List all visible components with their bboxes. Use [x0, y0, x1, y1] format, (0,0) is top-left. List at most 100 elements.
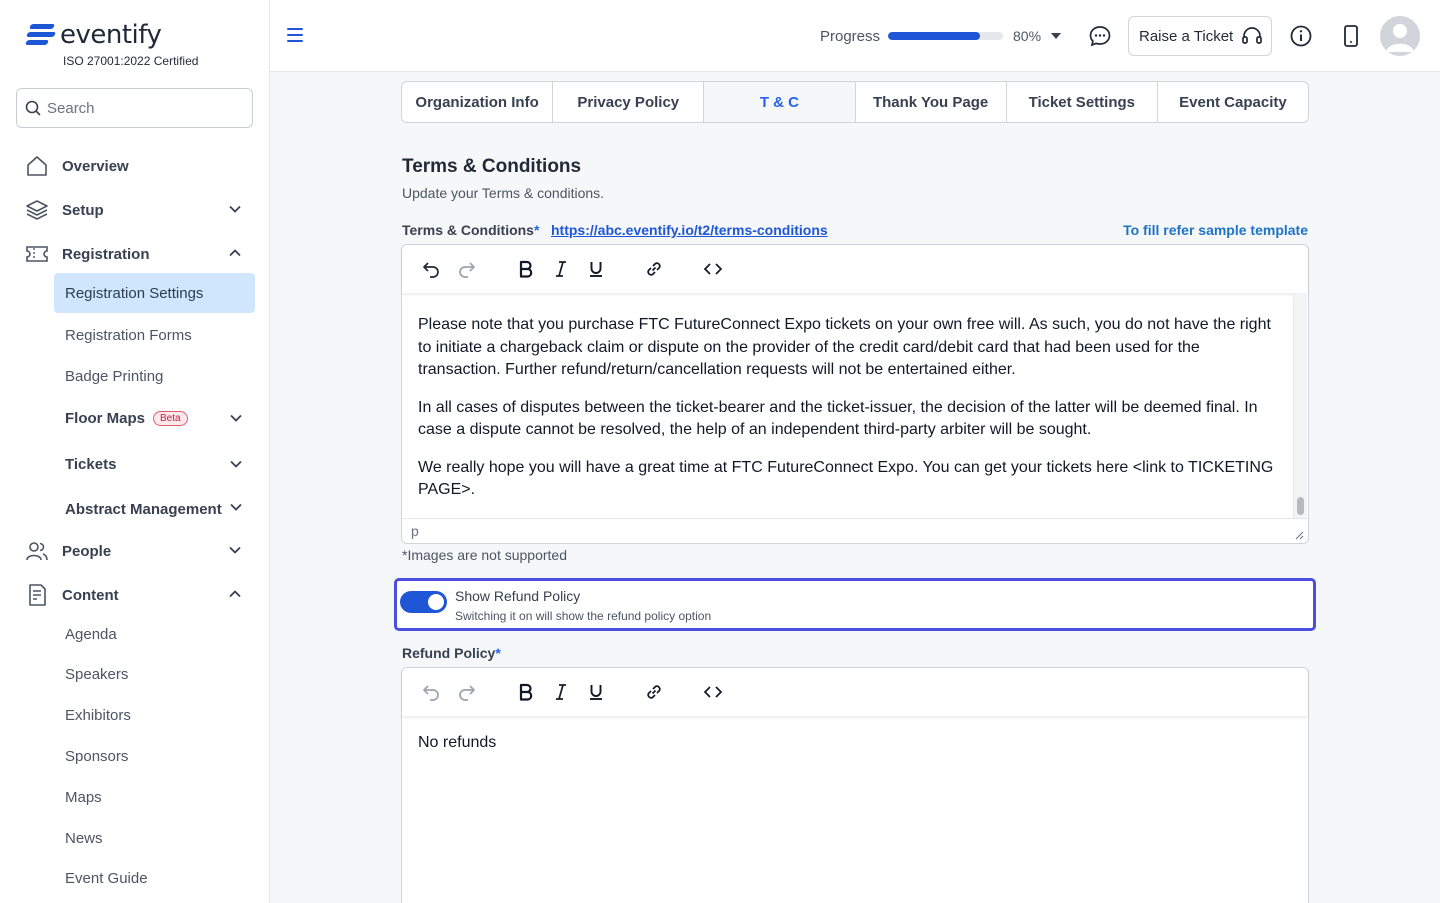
nav-registration-label: Registration — [62, 245, 150, 263]
raise-ticket-button[interactable]: Raise a Ticket — [1128, 16, 1272, 56]
required-mark: * — [533, 222, 540, 238]
layers-icon — [24, 197, 50, 223]
terms-editor-content[interactable]: Please note that you purchase FTC Future… — [418, 314, 1278, 517]
nav-overview[interactable]: Overview — [24, 148, 246, 184]
italic-icon[interactable] — [549, 680, 573, 704]
tickets-label: Tickets — [65, 455, 117, 473]
nav-overview-label: Overview — [62, 157, 129, 175]
info-icon[interactable] — [1289, 24, 1313, 48]
sample-template-link[interactable]: To fill refer sample template — [1123, 222, 1308, 238]
tab-thank-you-page[interactable]: Thank You Page — [856, 82, 1007, 122]
nav-setup[interactable]: Setup — [24, 192, 246, 228]
search-box[interactable] — [16, 88, 253, 128]
terms-url-link[interactable]: https://abc.eventify.io/t2/terms-conditi… — [551, 222, 828, 238]
chevron-down-icon — [230, 503, 242, 511]
chevron-down-icon — [230, 414, 242, 422]
sidebar-item-floor-maps[interactable]: Floor Maps Beta — [54, 398, 255, 438]
sidebar-item-registration-forms[interactable]: Registration Forms — [54, 315, 255, 355]
top-header: Progress 80% Raise a Ticket — [270, 0, 1440, 72]
refund-policy-toggle[interactable] — [400, 591, 447, 613]
progress-label: Progress — [820, 28, 881, 45]
chevron-up-icon — [229, 249, 241, 257]
sidebar-item-speakers[interactable]: Speakers — [54, 654, 255, 694]
link-icon[interactable] — [642, 257, 666, 281]
link-icon[interactable] — [642, 680, 666, 704]
sidebar-item-event-guide[interactable]: Event Guide — [54, 858, 255, 898]
eventify-logo-icon — [24, 21, 57, 49]
undo-icon[interactable] — [419, 680, 443, 704]
italic-icon[interactable] — [549, 257, 573, 281]
scrollbar-thumb[interactable] — [1297, 497, 1304, 515]
sidebar-item-sponsors[interactable]: Sponsors — [54, 736, 255, 776]
element-path: p — [411, 523, 419, 539]
people-icon — [24, 538, 50, 564]
terms-paragraph: We really hope you will have a great tim… — [418, 458, 1274, 499]
nav-content-label: Content — [62, 586, 119, 604]
search-input[interactable] — [47, 99, 237, 117]
refund-editor[interactable]: No refunds — [401, 667, 1309, 903]
images-note: *Images are not supported — [402, 547, 567, 563]
avatar[interactable] — [1380, 16, 1420, 56]
tab-event-capacity[interactable]: Event Capacity — [1158, 82, 1308, 122]
tab-terms-conditions[interactable]: T & C — [704, 82, 856, 122]
chat-icon[interactable] — [1088, 24, 1112, 48]
toggle-knob — [428, 594, 444, 610]
sidebar-item-exhibitors[interactable]: Exhibitors — [54, 695, 255, 735]
terms-field-label: Terms & Conditions* — [402, 222, 539, 238]
nav-setup-label: Setup — [62, 201, 104, 219]
caret-down-icon[interactable] — [1051, 33, 1061, 39]
refund-toggle-title: Show Refund Policy — [455, 588, 581, 604]
underline-icon[interactable] — [584, 680, 608, 704]
mobile-icon[interactable] — [1340, 24, 1362, 48]
nav-registration[interactable]: Registration — [24, 236, 246, 272]
beta-badge: Beta — [153, 410, 188, 426]
tab-ticket-settings[interactable]: Ticket Settings — [1007, 82, 1158, 122]
redo-icon[interactable] — [455, 680, 479, 704]
hamburger-menu-icon[interactable] — [286, 27, 304, 43]
sidebar-item-registration-settings[interactable]: Registration Settings — [54, 273, 255, 313]
sidebar-item-maps[interactable]: Maps — [54, 777, 255, 817]
editor-scrollbar[interactable] — [1293, 293, 1307, 518]
brand-name: eventify — [60, 20, 162, 50]
editor-statusbar: p — [402, 518, 1308, 542]
nav-people-label: People — [62, 542, 112, 560]
refund-editor-content[interactable]: No refunds — [418, 732, 1278, 770]
nav-people[interactable]: People — [24, 533, 246, 569]
refund-policy-toggle-row: Show Refund Policy Switching it on will … — [394, 578, 1316, 631]
required-mark: * — [495, 645, 501, 661]
terms-editor[interactable]: Please note that you purchase FTC Future… — [401, 244, 1309, 544]
headset-icon — [1242, 27, 1263, 44]
code-icon[interactable] — [701, 680, 725, 704]
terms-label-text: Terms & Conditions — [402, 222, 534, 238]
nav-content[interactable]: Content — [24, 577, 246, 613]
resize-handle-icon[interactable] — [1295, 531, 1304, 540]
refund-label-text: Refund Policy — [402, 645, 496, 661]
sidebar-item-agenda[interactable]: Agenda — [54, 614, 255, 654]
brand[interactable]: eventify ISO 27001:2022 Certified — [24, 20, 198, 68]
sidebar-item-badge-printing[interactable]: Badge Printing — [54, 356, 255, 396]
chevron-down-icon — [229, 546, 241, 554]
tab-privacy-policy[interactable]: Privacy Policy — [553, 82, 705, 122]
bold-icon[interactable] — [514, 680, 538, 704]
underline-icon[interactable] — [584, 257, 608, 281]
sidebar-item-news[interactable]: News — [54, 818, 255, 858]
progress-value: 80% — [1013, 28, 1042, 44]
raise-ticket-label: Raise a Ticket — [1139, 27, 1234, 45]
tab-organization-info[interactable]: Organization Info — [402, 82, 554, 122]
bold-icon[interactable] — [514, 257, 538, 281]
brand-certification: ISO 27001:2022 Certified — [63, 54, 199, 68]
page-subtitle: Update your Terms & conditions. — [402, 185, 605, 201]
refund-paragraph: No refunds — [418, 734, 497, 751]
terms-paragraph: In all cases of disputes between the tic… — [418, 398, 1258, 439]
redo-icon[interactable] — [455, 257, 479, 281]
code-icon[interactable] — [701, 257, 725, 281]
undo-icon[interactable] — [419, 257, 443, 281]
chevron-down-icon — [230, 460, 242, 468]
terms-editor-toolbar — [402, 245, 1308, 293]
chevron-up-icon — [229, 590, 241, 598]
refund-toggle-description: Switching it on will show the refund pol… — [455, 609, 712, 623]
sidebar-item-abstract-management[interactable]: Abstract Management — [54, 489, 255, 529]
search-icon — [25, 100, 41, 116]
sidebar-item-tickets[interactable]: Tickets — [54, 444, 255, 484]
user-avatar-icon — [1386, 24, 1414, 52]
